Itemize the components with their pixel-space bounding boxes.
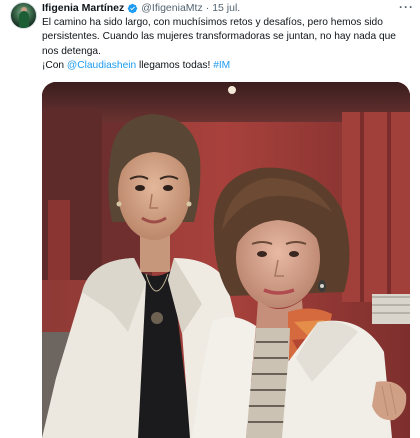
tweet-text-paragraph-1: El camino ha sido largo, con muchísimos … (42, 17, 396, 57)
tweet-photo[interactable] (42, 82, 410, 438)
photo-illustration (42, 82, 410, 438)
tweet-text-prefix: ¡Con (42, 60, 67, 72)
tweet-text: El camino ha sido largo, con muchísimos … (42, 16, 410, 74)
mention-link[interactable]: @Claudiashein (67, 60, 136, 71)
header-separator: · (205, 2, 210, 14)
author-avatar[interactable] (10, 2, 37, 29)
tweet-text-middle: llegamos todas! (136, 60, 214, 72)
hashtag-link[interactable]: #IM (213, 60, 230, 71)
tweet-text-paragraph-2: ¡Con @Claudiashein llegamos todas! #IM (42, 59, 410, 73)
tweet-date[interactable]: 15 jul. (212, 2, 240, 14)
more-options-icon[interactable]: ··· (399, 0, 414, 14)
avatar-figure (19, 11, 29, 28)
author-handle[interactable]: @IfigeniaMtz (141, 2, 202, 14)
verified-badge-icon (128, 3, 138, 13)
tweet: Ifigenia Martínez @IfigeniaMtz · 15 jul.… (0, 0, 420, 438)
tweet-header: Ifigenia Martínez @IfigeniaMtz · 15 jul. (42, 0, 412, 16)
author-name[interactable]: Ifigenia Martínez (42, 2, 124, 14)
